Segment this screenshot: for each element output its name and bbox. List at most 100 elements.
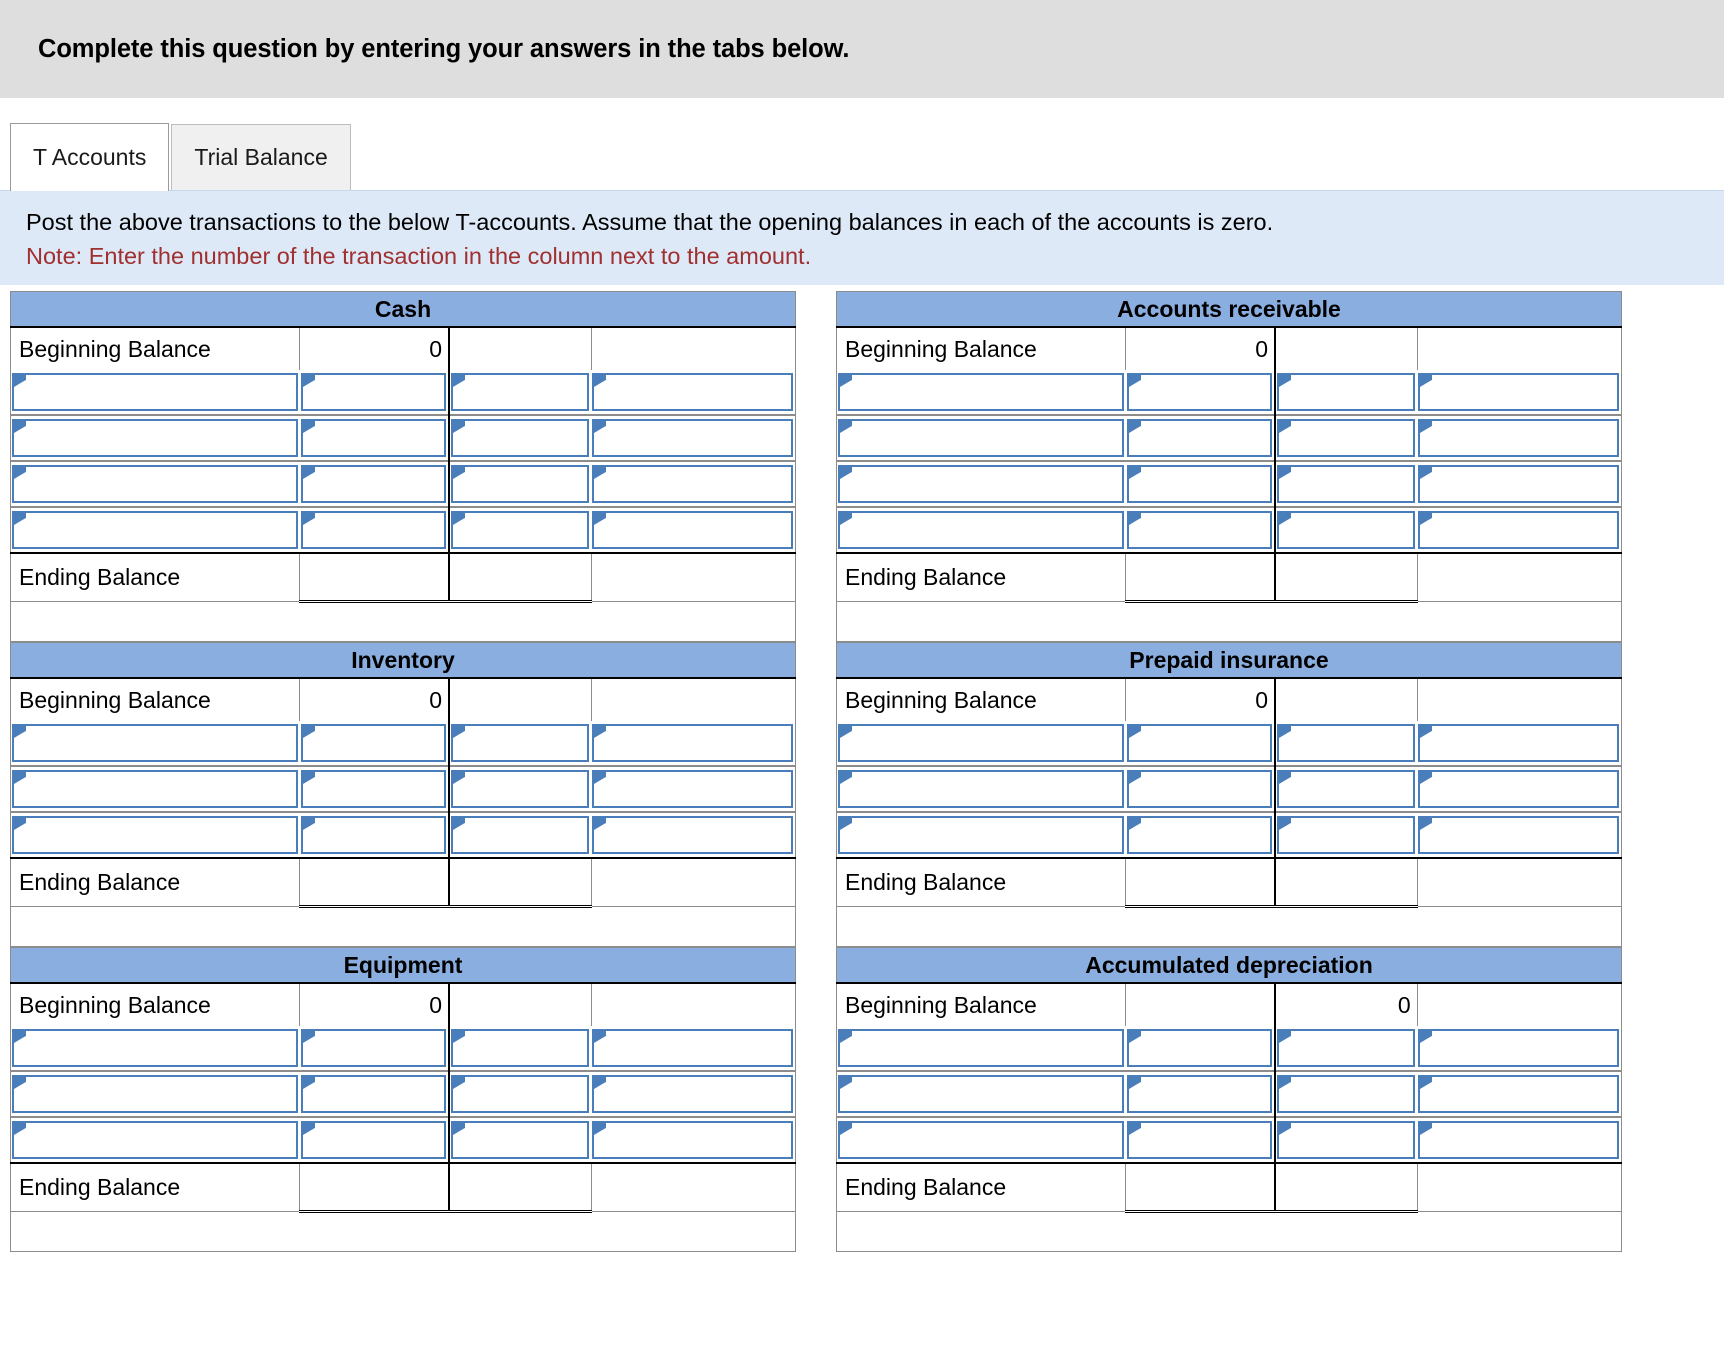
debit-amount-input[interactable] xyxy=(1126,724,1273,762)
debit-amount-input[interactable] xyxy=(1126,770,1273,808)
beginning-balance-credit-value xyxy=(449,678,592,721)
credit-amount-input[interactable] xyxy=(451,1029,590,1067)
transaction-number-input[interactable] xyxy=(12,1121,298,1159)
entry-cell xyxy=(449,721,591,766)
credit-amount-input[interactable] xyxy=(451,373,590,411)
ending-balance-credit-value xyxy=(1275,1163,1418,1213)
entry-cell xyxy=(449,1116,592,1164)
t-account-spacer-cell xyxy=(10,601,796,642)
transaction-number-credit-input[interactable] xyxy=(592,1029,793,1067)
transaction-number-credit-input[interactable] xyxy=(1418,724,1619,762)
beginning-balance-row: Beginning Balance 0 xyxy=(10,327,796,370)
transaction-number-credit-input[interactable] xyxy=(1418,816,1619,854)
transaction-number-input[interactable] xyxy=(12,724,298,762)
ending-balance-label: Ending Balance xyxy=(10,858,301,907)
credit-amount-input[interactable] xyxy=(451,724,590,762)
debit-amount-input[interactable] xyxy=(300,465,447,503)
transaction-number-credit-input[interactable] xyxy=(1418,419,1619,457)
ending-balance-row: Ending Balance xyxy=(836,1163,1622,1213)
transaction-number-credit-input[interactable] xyxy=(592,1075,793,1113)
credit-amount-input[interactable] xyxy=(1277,419,1416,457)
transaction-number-input[interactable] xyxy=(838,373,1124,411)
transaction-number-credit-input[interactable] xyxy=(1418,1121,1619,1159)
credit-amount-input[interactable] xyxy=(1277,1029,1416,1067)
transaction-number-credit-input[interactable] xyxy=(1418,1075,1619,1113)
transaction-number-input[interactable] xyxy=(838,465,1124,503)
debit-amount-input[interactable] xyxy=(1126,465,1273,503)
debit-amount-input[interactable] xyxy=(300,373,447,411)
debit-amount-input[interactable] xyxy=(1126,816,1273,854)
transaction-number-credit-input[interactable] xyxy=(1418,770,1619,808)
credit-amount-input[interactable] xyxy=(1277,1075,1416,1113)
credit-amount-input[interactable] xyxy=(451,1075,590,1113)
transaction-number-credit-input[interactable] xyxy=(592,511,793,549)
credit-amount-input[interactable] xyxy=(1277,373,1416,411)
transaction-number-input[interactable] xyxy=(12,1075,298,1113)
transaction-number-input[interactable] xyxy=(838,1029,1124,1067)
credit-amount-input[interactable] xyxy=(1277,724,1416,762)
credit-amount-input[interactable] xyxy=(1277,1121,1416,1159)
transaction-number-input[interactable] xyxy=(838,770,1124,808)
debit-amount-input[interactable] xyxy=(1126,373,1273,411)
debit-amount-input[interactable] xyxy=(1126,1121,1273,1159)
transaction-number-credit-input[interactable] xyxy=(1418,511,1619,549)
transaction-number-credit-input[interactable] xyxy=(592,465,793,503)
debit-amount-input[interactable] xyxy=(1126,1029,1273,1067)
credit-amount-input[interactable] xyxy=(1277,770,1416,808)
debit-amount-input[interactable] xyxy=(300,816,447,854)
account-title-accounts-receivable: Accounts receivable xyxy=(836,291,1622,328)
ending-balance-row: Ending Balance xyxy=(10,553,796,603)
credit-amount-input[interactable] xyxy=(451,770,590,808)
transaction-number-input[interactable] xyxy=(838,1075,1124,1113)
entry-cell xyxy=(1417,721,1621,766)
debit-amount-input[interactable] xyxy=(300,1029,447,1067)
debit-amount-input[interactable] xyxy=(1126,511,1273,549)
transaction-number-credit-input[interactable] xyxy=(592,419,793,457)
debit-amount-input[interactable] xyxy=(1126,419,1273,457)
transaction-number-input[interactable] xyxy=(12,373,298,411)
transaction-number-credit-input[interactable] xyxy=(1418,465,1619,503)
credit-amount-input[interactable] xyxy=(1277,511,1416,549)
transaction-number-credit-input[interactable] xyxy=(592,770,793,808)
transaction-number-input[interactable] xyxy=(12,465,298,503)
debit-amount-input[interactable] xyxy=(300,1075,447,1113)
transaction-number-input[interactable] xyxy=(838,816,1124,854)
transaction-number-credit-input[interactable] xyxy=(592,373,793,411)
t-account-entry-row xyxy=(836,1116,1622,1164)
debit-amount-input[interactable] xyxy=(300,419,447,457)
entry-cell xyxy=(1275,506,1418,554)
transaction-number-input[interactable] xyxy=(12,770,298,808)
debit-amount-input[interactable] xyxy=(300,1121,447,1159)
transaction-number-input[interactable] xyxy=(838,724,1124,762)
credit-amount-input[interactable] xyxy=(451,419,590,457)
debit-amount-input[interactable] xyxy=(300,770,447,808)
credit-amount-input[interactable] xyxy=(1277,816,1416,854)
transaction-number-input[interactable] xyxy=(838,1121,1124,1159)
debit-amount-input[interactable] xyxy=(300,511,447,549)
transaction-number-input[interactable] xyxy=(12,419,298,457)
credit-amount-input[interactable] xyxy=(451,1121,590,1159)
entry-cell xyxy=(1125,506,1277,554)
debit-amount-input[interactable] xyxy=(300,724,447,762)
transaction-number-input[interactable] xyxy=(838,419,1124,457)
tab-t-accounts[interactable]: T Accounts xyxy=(10,123,170,191)
credit-amount-input[interactable] xyxy=(451,816,590,854)
transaction-number-input[interactable] xyxy=(12,511,298,549)
credit-amount-input[interactable] xyxy=(451,465,590,503)
transaction-number-credit-input[interactable] xyxy=(1418,373,1619,411)
credit-amount-input[interactable] xyxy=(451,511,590,549)
beginning-balance-credit-value xyxy=(449,327,592,370)
transaction-number-credit-input[interactable] xyxy=(592,816,793,854)
transaction-number-credit-input[interactable] xyxy=(592,1121,793,1159)
transaction-number-input[interactable] xyxy=(12,816,298,854)
debit-amount-input[interactable] xyxy=(1126,1075,1273,1113)
credit-amount-input[interactable] xyxy=(1277,465,1416,503)
transaction-number-credit-input[interactable] xyxy=(1418,1029,1619,1067)
transaction-number-credit-input[interactable] xyxy=(592,724,793,762)
entry-cell xyxy=(299,1116,451,1164)
t-account-entry-row xyxy=(11,370,796,415)
transaction-number-input[interactable] xyxy=(12,1029,298,1067)
ending-balance-trailing-cell xyxy=(591,1163,795,1212)
transaction-number-input[interactable] xyxy=(838,511,1124,549)
tab-trial-balance[interactable]: Trial Balance xyxy=(171,124,351,190)
